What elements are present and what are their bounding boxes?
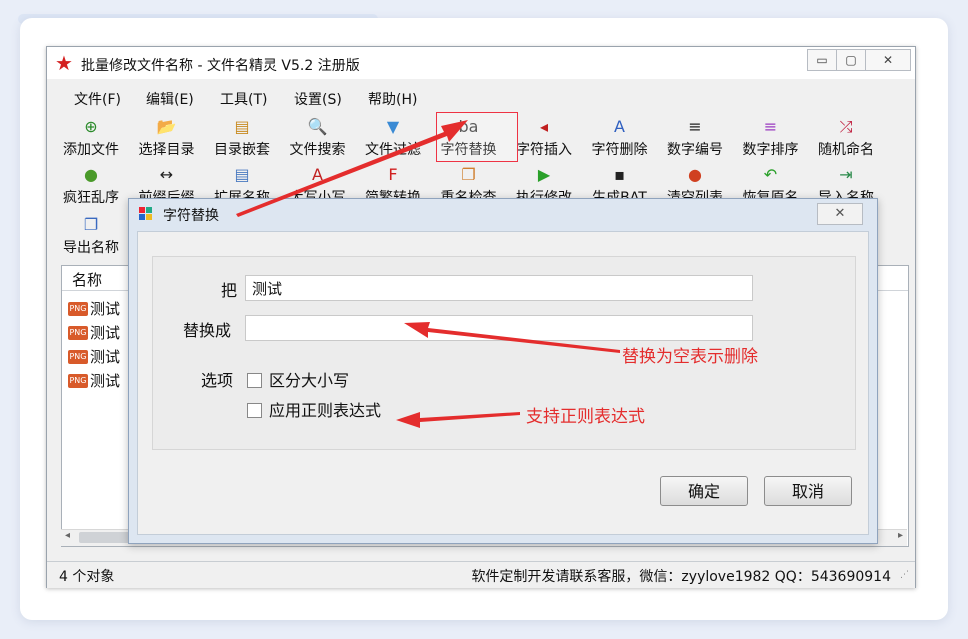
- replace-annotation: 替换为空表示删除: [622, 347, 758, 367]
- arrow-to-toolbar: [236, 120, 468, 217]
- regex-annotation: 支持正则表达式: [526, 407, 645, 427]
- annotation-arrows: [236, 120, 620, 428]
- arrow-to-regex-option: [396, 412, 520, 428]
- arrow-to-replace-input: [404, 322, 620, 353]
